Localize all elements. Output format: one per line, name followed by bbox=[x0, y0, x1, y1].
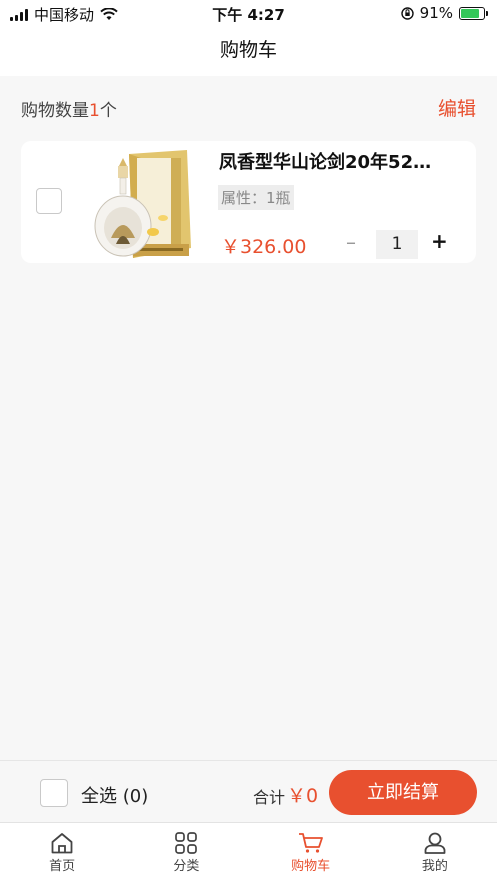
tab-cart-label: 购物车 bbox=[291, 859, 331, 874]
tab-category[interactable]: 分类 bbox=[124, 823, 248, 884]
battery-percent: 91% bbox=[419, 4, 453, 22]
edit-button[interactable]: 编辑 bbox=[438, 94, 476, 121]
cart-count-row: 购物数量1个 编辑 bbox=[21, 94, 476, 121]
cart-item: 凤香型华山论剑20年52… 属性：1瓶 ￥326.00 – 1 + bbox=[21, 141, 476, 263]
status-right: 91% bbox=[400, 4, 488, 22]
tab-home-label: 首页 bbox=[49, 859, 76, 874]
checkout-button[interactable]: 立即结算 bbox=[329, 770, 477, 815]
status-bar: 中国移动 下午 4:27 91% bbox=[0, 0, 497, 26]
orientation-lock-icon bbox=[400, 6, 414, 20]
decrease-quantity-button[interactable]: – bbox=[346, 230, 356, 254]
page-title: 购物车 bbox=[0, 26, 497, 76]
battery-icon bbox=[459, 6, 488, 20]
category-icon bbox=[175, 832, 198, 854]
product-price: ￥326.00 bbox=[221, 236, 307, 258]
increase-quantity-button[interactable]: + bbox=[431, 229, 448, 253]
total-label: 合计 bbox=[253, 788, 286, 807]
cart-count-number: 1 bbox=[89, 101, 100, 121]
cart-icon bbox=[298, 833, 323, 853]
tab-profile[interactable]: 我的 bbox=[373, 823, 497, 884]
tab-profile-label: 我的 bbox=[421, 859, 448, 874]
tab-home[interactable]: 首页 bbox=[0, 823, 124, 884]
tab-cart[interactable]: 购物车 bbox=[249, 823, 373, 884]
select-all-label[interactable]: 全选 (0) bbox=[81, 782, 148, 808]
cart-count-unit: 个 bbox=[99, 101, 117, 121]
product-image[interactable] bbox=[83, 148, 201, 260]
product-title[interactable]: 凤香型华山论剑20年52… bbox=[219, 148, 459, 174]
cart-count-label: 购物数量 bbox=[21, 101, 89, 121]
total-value: ￥0 bbox=[287, 785, 319, 807]
home-icon bbox=[51, 833, 73, 854]
item-checkbox[interactable] bbox=[36, 188, 62, 214]
product-attribute: 属性：1瓶 bbox=[218, 185, 294, 210]
select-all-checkbox[interactable] bbox=[40, 779, 68, 807]
user-icon bbox=[424, 832, 446, 854]
checkout-bar: 全选 (0) 合计 ￥0 立即结算 bbox=[0, 760, 497, 823]
quantity-field[interactable]: 1 bbox=[376, 230, 418, 259]
tab-category-label: 分类 bbox=[173, 859, 200, 874]
tab-bar: 首页 分类 购物车 我的 bbox=[0, 822, 497, 884]
